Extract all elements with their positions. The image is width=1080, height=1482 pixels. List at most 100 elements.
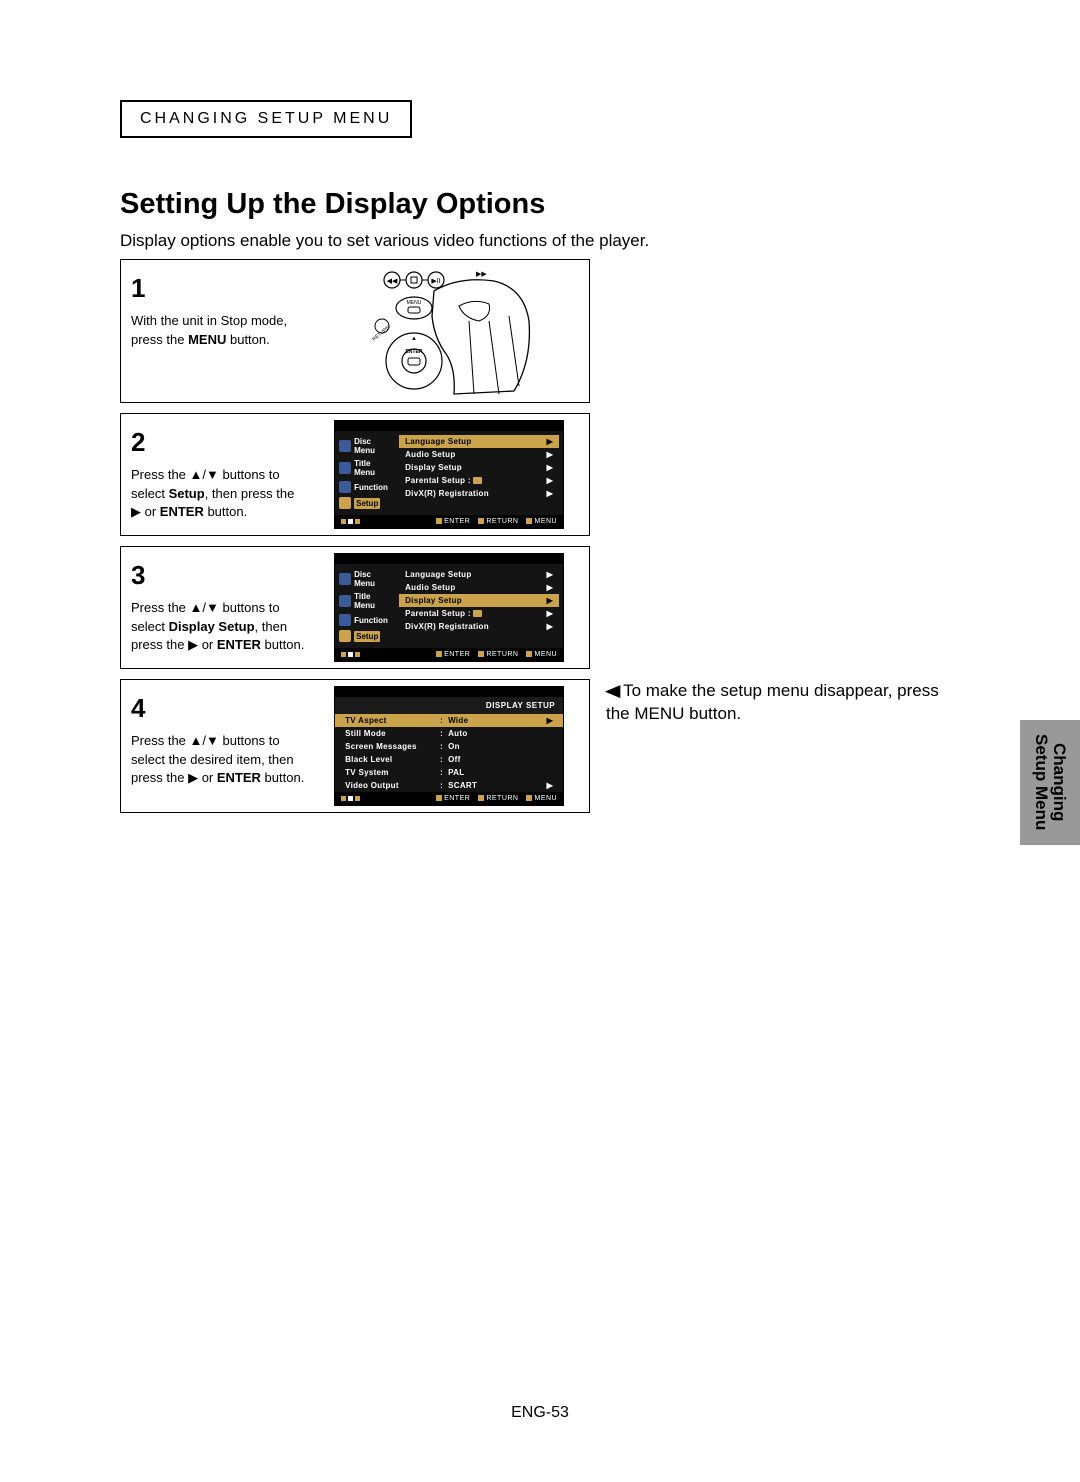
osd-row-divx: DivX(R) Registration [405,489,489,498]
osd-main-2: Language Setup ▶ Audio Setup ▶ Display Set… [397,431,563,515]
osd4-still-mode-val: Auto [448,729,541,738]
footer-enter: ENTER [444,651,470,658]
chevron-right-icon: ▶ [547,622,553,631]
chevron-right-icon: ▶ [547,570,553,579]
menu-label: MENU [407,300,422,306]
step-2-text-b: Setup [169,486,205,501]
osd4-header: DISPLAY SETUP [335,697,563,714]
svg-text:▶II: ▶II [431,278,440,285]
chevron-right-icon: ▶ [547,596,553,605]
osd-side-disc-menu: Disc Menu [354,437,393,455]
side-tab-line1: Changing [1050,743,1069,821]
footer-menu: MENU [534,795,557,802]
osd-screen-3: Disc Menu Title Menu Function Setup Lang… [334,553,564,662]
page-number: ENG-53 [0,1404,1080,1422]
footer-menu: MENU [534,651,557,658]
osd4-screen-messages: Screen Messages [345,742,440,751]
step-2-text-d: ENTER [160,504,204,519]
step-3-text-b: Display Setup [169,619,255,634]
osd-side-setup: Setup [354,498,380,509]
osd-main-3: Language Setup▶ Audio Setup▶ Display Set… [397,564,563,648]
osd-side-title-menu: Title Menu [354,459,393,477]
chevron-right-icon: ▶ [547,489,553,498]
osd-side-setup: Setup [354,631,380,642]
section-header-box: CHANGING SETUP MENU [120,100,412,138]
osd4-tv-system: TV System [345,768,440,777]
step-1-text: 1 With the unit in Stop mode, press the … [121,260,315,402]
osd4-video-output: Video Output [345,781,440,790]
step-2-osd: Disc Menu Title Menu Function Setup Lang… [315,414,589,535]
step-3: 3 Press the ▲/▼ buttons to select Displa… [120,546,590,669]
side-tab-line2: Setup Menu [1032,734,1051,830]
step-4-text-c: button. [261,770,304,785]
osd4-screen-messages-val: On [448,742,541,751]
chevron-right-icon: ▶ [547,450,553,459]
step-3-text-e: button. [261,637,304,652]
step-1-illustration: ◀◀ ▶II ▶▶ MENU RETURN DISC ME [315,260,589,402]
section-header-text: CHANGING SETUP MENU [140,110,392,127]
page-content: CHANGING SETUP MENU Setting Up the Displ… [120,100,960,823]
arrow-left-icon: ◀ [605,680,621,703]
step-2-text-e: button. [204,504,247,519]
step-2: 2 Press the ▲/▼ buttons to select Setup,… [120,413,590,536]
step-1: 1 With the unit in Stop mode, press the … [120,259,590,403]
step-3-text-d: ENTER [217,637,261,652]
step-3-osd: Disc Menu Title Menu Function Setup Lang… [315,547,589,668]
page-title: Setting Up the Display Options [120,188,960,221]
osd-row-display: Display Setup [405,463,462,472]
step-4-text: 4 Press the ▲/▼ buttons to select the de… [121,680,315,812]
step-3-number: 3 [131,557,305,593]
osd-row-audio: Audio Setup [405,450,455,459]
step-2-text: 2 Press the ▲/▼ buttons to select Setup,… [121,414,315,535]
osd-side-function: Function [354,616,388,625]
step-1-text-b: MENU [188,332,226,347]
section-side-tab: Changing Setup Menu [1020,720,1080,845]
osd-sidebar: Disc Menu Title Menu Function Setup [335,564,397,648]
chevron-right-icon: ▶ [547,583,553,592]
osd-side-title-menu: Title Menu [354,592,393,610]
osd-row-audio: Audio Setup [405,583,455,592]
step-3-text: 3 Press the ▲/▼ buttons to select Displa… [121,547,315,668]
osd4-still-mode: Still Mode [345,729,440,738]
osd4-tv-aspect-val: Wide [448,716,541,725]
osd-sidebar: Disc Menu Title Menu Function Setup [335,431,397,515]
osd-footer: ENTER RETURN MENU [335,648,563,661]
footer-menu: MENU [534,518,557,525]
osd-row-parental: Parental Setup : [405,476,471,485]
osd-footer: ENTER RETURN MENU [335,792,563,805]
step-4-number: 4 [131,690,305,726]
chevron-right-icon: ▶ [547,463,553,472]
osd-row-divx: DivX(R) Registration [405,622,489,631]
footer-enter: ENTER [444,518,470,525]
osd4-tv-aspect: TV Aspect [345,716,440,725]
chevron-right-icon: ▶ [541,716,553,725]
osd4-rows: TV Aspect:Wide▶ Still Mode:Auto Screen M… [335,714,563,792]
remote-drawing: ◀◀ ▶II ▶▶ MENU RETURN DISC ME [364,266,534,396]
svg-text:◀◀: ◀◀ [387,278,398,285]
step-2-number: 2 [131,424,305,460]
side-tab-text: Changing Setup Menu [1032,734,1068,830]
step-1-text-c: button. [226,332,269,347]
svg-text:▲: ▲ [411,336,417,342]
step-4: 4 Press the ▲/▼ buttons to select the de… [120,679,590,813]
osd-row-display: Display Setup [405,596,462,605]
chevron-right-icon: ▶ [547,437,553,446]
osd-side-disc-menu: Disc Menu [354,570,393,588]
svg-text:RETURN: RETURN [372,324,392,342]
note-content: To make the setup menu disappear, press … [606,681,939,723]
osd4-black-level: Black Level [345,755,440,764]
footer-return: RETURN [486,518,518,525]
osd4-video-output-val: SCART [448,781,541,790]
chevron-right-icon: ▶ [541,781,553,790]
svg-text:▶▶: ▶▶ [476,271,487,278]
lock-icon [473,610,482,617]
osd4-black-level-val: Off [448,755,541,764]
osd4-tv-system-val: PAL [448,768,541,777]
step-1-number: 1 [131,270,305,306]
osd-row-parental: Parental Setup : [405,609,471,618]
lock-icon [473,477,482,484]
footer-enter: ENTER [444,795,470,802]
osd-row-language: Language Setup [405,437,471,446]
note-text: ◀To make the setup menu disappear, press… [606,680,966,726]
osd-screen-4: DISPLAY SETUP TV Aspect:Wide▶ Still Mode… [334,686,564,806]
